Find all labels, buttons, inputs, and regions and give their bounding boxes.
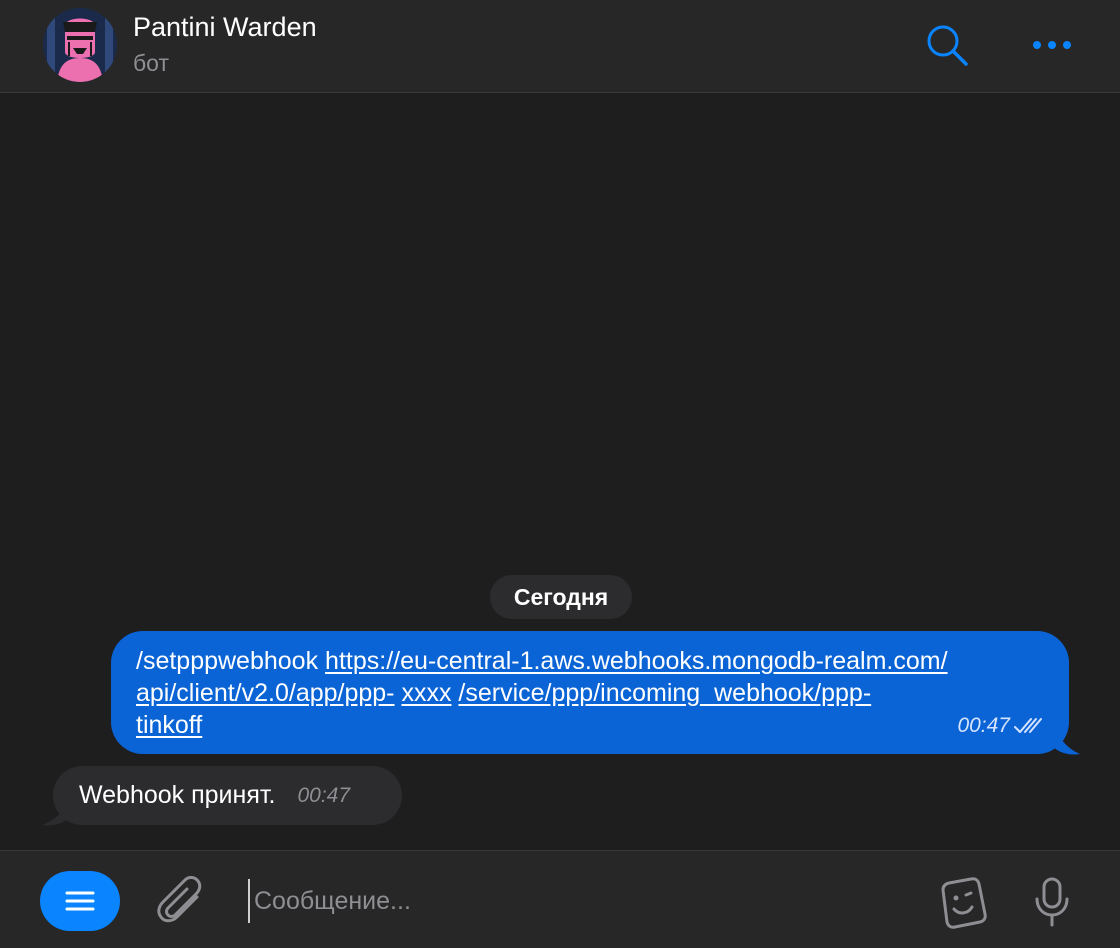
attach-button[interactable] (152, 873, 210, 929)
command-text: /setpppwebhook (136, 647, 319, 675)
message-time: 00:47 (297, 783, 351, 807)
bot-menu-button[interactable] (40, 871, 120, 931)
webhook-link-part[interactable]: https://eu-central-1.aws.webhooks.mongod… (325, 647, 948, 675)
webhook-link-part[interactable]: xxxx (401, 679, 451, 707)
voice-message-button[interactable] (1026, 873, 1078, 931)
more-button[interactable] (1024, 20, 1080, 70)
more-icon (1033, 41, 1071, 49)
sticker-icon (941, 877, 987, 929)
paperclip-icon (157, 876, 202, 923)
webhook-link-part[interactable]: /service/ppp/incoming_webhook/ppp- (458, 679, 871, 707)
message-input[interactable] (248, 879, 888, 923)
webhook-link-part[interactable]: tinkoff (136, 711, 202, 739)
webhook-link-part[interactable]: api/client/v2.0/app/ppp- (136, 679, 395, 707)
message-time: 00:47 (957, 714, 1010, 737)
search-button[interactable] (920, 18, 974, 72)
search-icon (927, 25, 968, 66)
message-meta: 00:47 (957, 710, 1045, 742)
sticker-button[interactable] (932, 873, 992, 933)
date-separator: Сегодня (490, 575, 632, 619)
chat-header: Pantini Warden бот (0, 0, 1120, 93)
chat-subtitle: бот (133, 50, 169, 76)
double-check-icon (1014, 718, 1042, 733)
outgoing-message[interactable]: /setpppwebhook https://eu-central-1.aws.… (111, 631, 1069, 754)
incoming-message[interactable]: Webhook принят. 00:47 (53, 766, 402, 825)
chat-title[interactable]: Pantini Warden (133, 12, 317, 43)
menu-icon (65, 891, 95, 911)
composer (0, 850, 1120, 948)
avatar[interactable] (43, 8, 117, 82)
bubble-tail (1052, 718, 1080, 755)
avatar-image (43, 8, 117, 82)
message-text: Webhook принят. (79, 781, 276, 809)
bubble-tail (42, 795, 70, 826)
microphone-icon (1035, 877, 1069, 927)
